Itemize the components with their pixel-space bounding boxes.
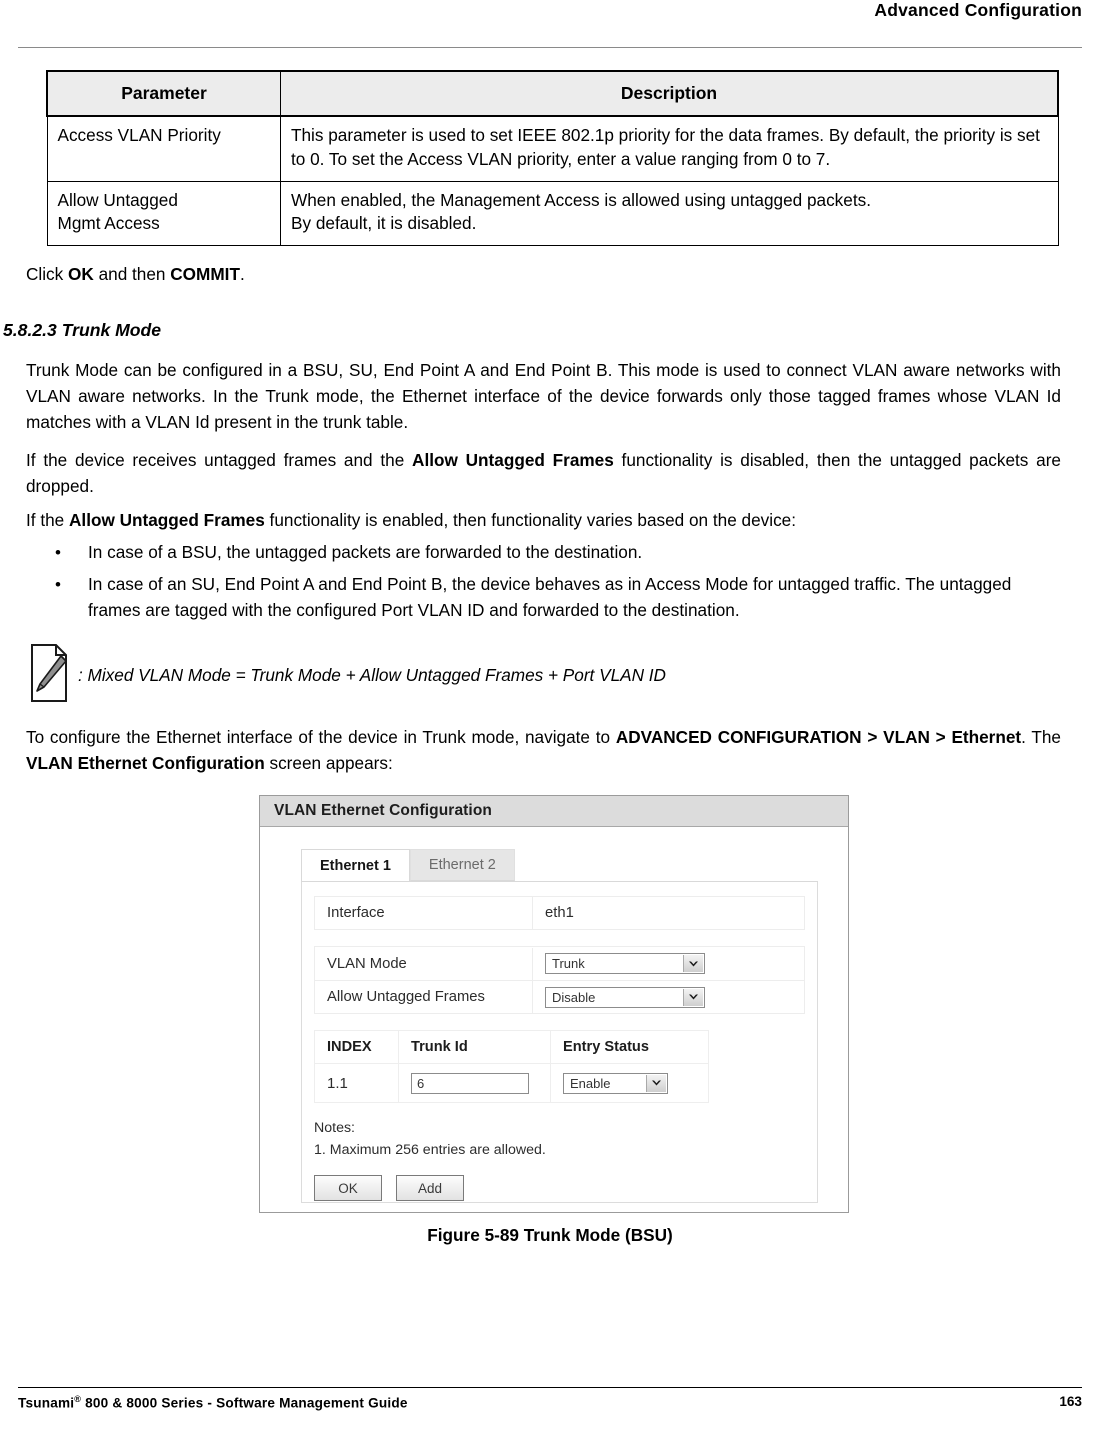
click-text-post: . [239, 264, 245, 284]
paragraph-untagged-disabled: If the device receives untagged frames a… [26, 448, 1061, 500]
para3-pre: If the [26, 510, 69, 530]
bullet-icon: • [55, 543, 61, 562]
tab-ethernet-1[interactable]: Ethernet 1 [301, 849, 410, 881]
field-row-vlan-mode: VLAN Mode Trunk [314, 946, 805, 980]
screenshot-window-title: VLAN Ethernet Configuration [274, 802, 492, 819]
value-interface: eth1 [545, 905, 574, 921]
vlan-mode-selected-value: Trunk [552, 956, 585, 971]
entry-status-select[interactable]: Enable [563, 1072, 668, 1094]
paragraph-navigate-instruction: To configure the Ethernet interface of t… [26, 725, 1061, 777]
notes-section: Notes: 1. Maximum 256 entries are allowe… [314, 1117, 805, 1161]
cell-parameter-description: When enabled, the Management Access is a… [280, 180, 1059, 247]
page-header: Advanced Configuration [0, 0, 1100, 46]
button-row: OK Add [314, 1175, 805, 1201]
parameter-description-table: Parameter Description Access VLAN Priori… [46, 69, 1059, 247]
chevron-down-icon[interactable] [683, 955, 703, 972]
trunk-id-input[interactable]: 6 [411, 1072, 529, 1094]
para2-pre: If the device receives untagged frames a… [26, 450, 413, 470]
trunk-entries-grid: INDEX Trunk Id Entry Status 1.1 6 Enable [314, 1030, 709, 1103]
cell-parameter-name: Access VLAN Priority [46, 115, 281, 182]
add-button[interactable]: Add [396, 1175, 464, 1201]
bullet-icon: • [55, 575, 61, 594]
value-allow-untagged-frames: Disable [533, 986, 804, 1008]
para4-screen-name: VLAN Ethernet Configuration [26, 752, 265, 773]
click-text-mid: and then [93, 264, 171, 284]
note-text: : Mixed VLAN Mode = Trunk Mode + Allow U… [78, 665, 666, 685]
label-vlan-mode: VLAN Mode [315, 947, 533, 980]
tabstrip: Ethernet 1 Ethernet 2 [301, 849, 828, 881]
description-line-1: When enabled, the Management Access is a… [291, 189, 871, 210]
label-allow-untagged-frames: Allow Untagged Frames [315, 981, 533, 1013]
table-header-row: Parameter Description [46, 69, 1059, 118]
cell-parameter-description: This parameter is used to set IEEE 802.1… [280, 115, 1059, 182]
value-vlan-mode: Trunk [533, 953, 804, 974]
list-item-text: In case of an SU, End Point A and End Po… [88, 574, 1012, 620]
para4-pre: To configure the Ethernet interface of t… [26, 727, 616, 747]
table-row: Access VLAN Priority This parameter is u… [46, 115, 1059, 182]
chevron-down-icon[interactable] [683, 988, 703, 1006]
label-interface: Interface [315, 897, 533, 929]
vlan-mode-select[interactable]: Trunk [545, 953, 705, 974]
footer-title-pre: Tsunami [18, 1395, 75, 1411]
column-header-entry-status: Entry Status [563, 1039, 649, 1055]
column-header-description: Description [280, 69, 1059, 118]
click-text-ok: OK [68, 264, 94, 284]
cell-index: 1.1 [315, 1064, 399, 1102]
list-item: • In case of a BSU, the untagged packets… [55, 540, 1055, 566]
entry-status-selected-value: Enable [570, 1075, 611, 1091]
field-row-allow-untagged-frames: Allow Untagged Frames Disable [314, 980, 805, 1014]
interface-field-group: Interface eth1 [314, 896, 805, 930]
para4-post: screen appears: [264, 752, 393, 773]
screenshot-titlebar: VLAN Ethernet Configuration [260, 796, 848, 827]
click-text-commit: COMMIT [170, 264, 240, 284]
tab-ethernet-2[interactable]: Ethernet 2 [409, 849, 515, 881]
notes-item: 1. Maximum 256 entries are allowed. [314, 1142, 546, 1158]
grid-header-row: INDEX Trunk Id Entry Status [315, 1031, 708, 1064]
para3-bold: Allow Untagged Frames [69, 510, 265, 530]
para4-navigation-path: ADVANCED CONFIGURATION > VLAN > Ethernet [615, 727, 1022, 747]
header-divider [18, 47, 1082, 48]
vlan-field-group: VLAN Mode Trunk Allow Untagged Frames Di… [314, 946, 805, 1014]
note-pencil-icon [30, 643, 70, 703]
vlan-ethernet-configuration-screenshot: VLAN Ethernet Configuration Ethernet 1 E… [259, 795, 849, 1213]
cell-parameter-name: Allow Untagged Mgmt Access [46, 180, 281, 247]
cell-trunk-id: 6 [399, 1064, 551, 1102]
paragraph-untagged-enabled: If the Allow Untagged Frames functionali… [26, 508, 1061, 534]
column-header-trunk-id: Trunk Id [399, 1031, 551, 1063]
table-row: Allow Untagged Mgmt Access When enabled, … [46, 180, 1059, 247]
click-instruction-paragraph: Click OK and then COMMIT. [26, 262, 1061, 288]
allow-untagged-frames-select[interactable]: Disable [545, 986, 705, 1008]
para3-post: functionality is enabled, then functiona… [264, 510, 797, 530]
paragraph-trunk-mode-intro: Trunk Mode can be configured in a BSU, S… [26, 360, 1061, 432]
allow-untagged-frames-selected-value: Disable [552, 989, 596, 1005]
footer-divider [18, 1387, 1082, 1388]
cell-entry-status: Enable [551, 1064, 708, 1102]
figure-caption: Figure 5-89 Trunk Mode (BSU) [427, 1225, 673, 1245]
table-row: 1.1 6 Enable [315, 1064, 708, 1102]
para2-bold: Allow Untagged Frames [412, 450, 614, 470]
click-text-pre: Click [26, 264, 69, 284]
note-callout: : Mixed VLAN Mode = Trunk Mode + Allow U… [30, 643, 930, 709]
page-number: 163 [1059, 1394, 1082, 1409]
para4-mid: . The [1021, 727, 1061, 747]
running-head-title: Advanced Configuration [874, 0, 1082, 20]
footer-title-post: 800 & 8000 Series - Software Management … [81, 1395, 408, 1411]
configuration-panel: Interface eth1 VLAN Mode Trunk Allow Unt… [301, 881, 818, 1203]
notes-label: Notes: [314, 1120, 356, 1136]
ok-button[interactable]: OK [314, 1175, 382, 1201]
list-item-text: In case of a BSU, the untagged packets a… [88, 542, 643, 562]
description-line-2: By default, it is disabled. [291, 213, 477, 234]
chevron-down-icon[interactable] [646, 1074, 666, 1092]
list-item: • In case of an SU, End Point A and End … [55, 572, 1015, 624]
column-header-index: INDEX [315, 1031, 399, 1063]
field-row-interface: Interface eth1 [314, 896, 805, 930]
section-heading: 5.8.2.3 Trunk Mode [3, 320, 162, 340]
column-header-parameter: Parameter [46, 69, 281, 118]
screenshot-body: Ethernet 1 Ethernet 2 Interface eth1 VLA… [260, 827, 848, 1203]
footer-guide-title: Tsunami® 800 & 8000 Series - Software Ma… [18, 1394, 408, 1411]
